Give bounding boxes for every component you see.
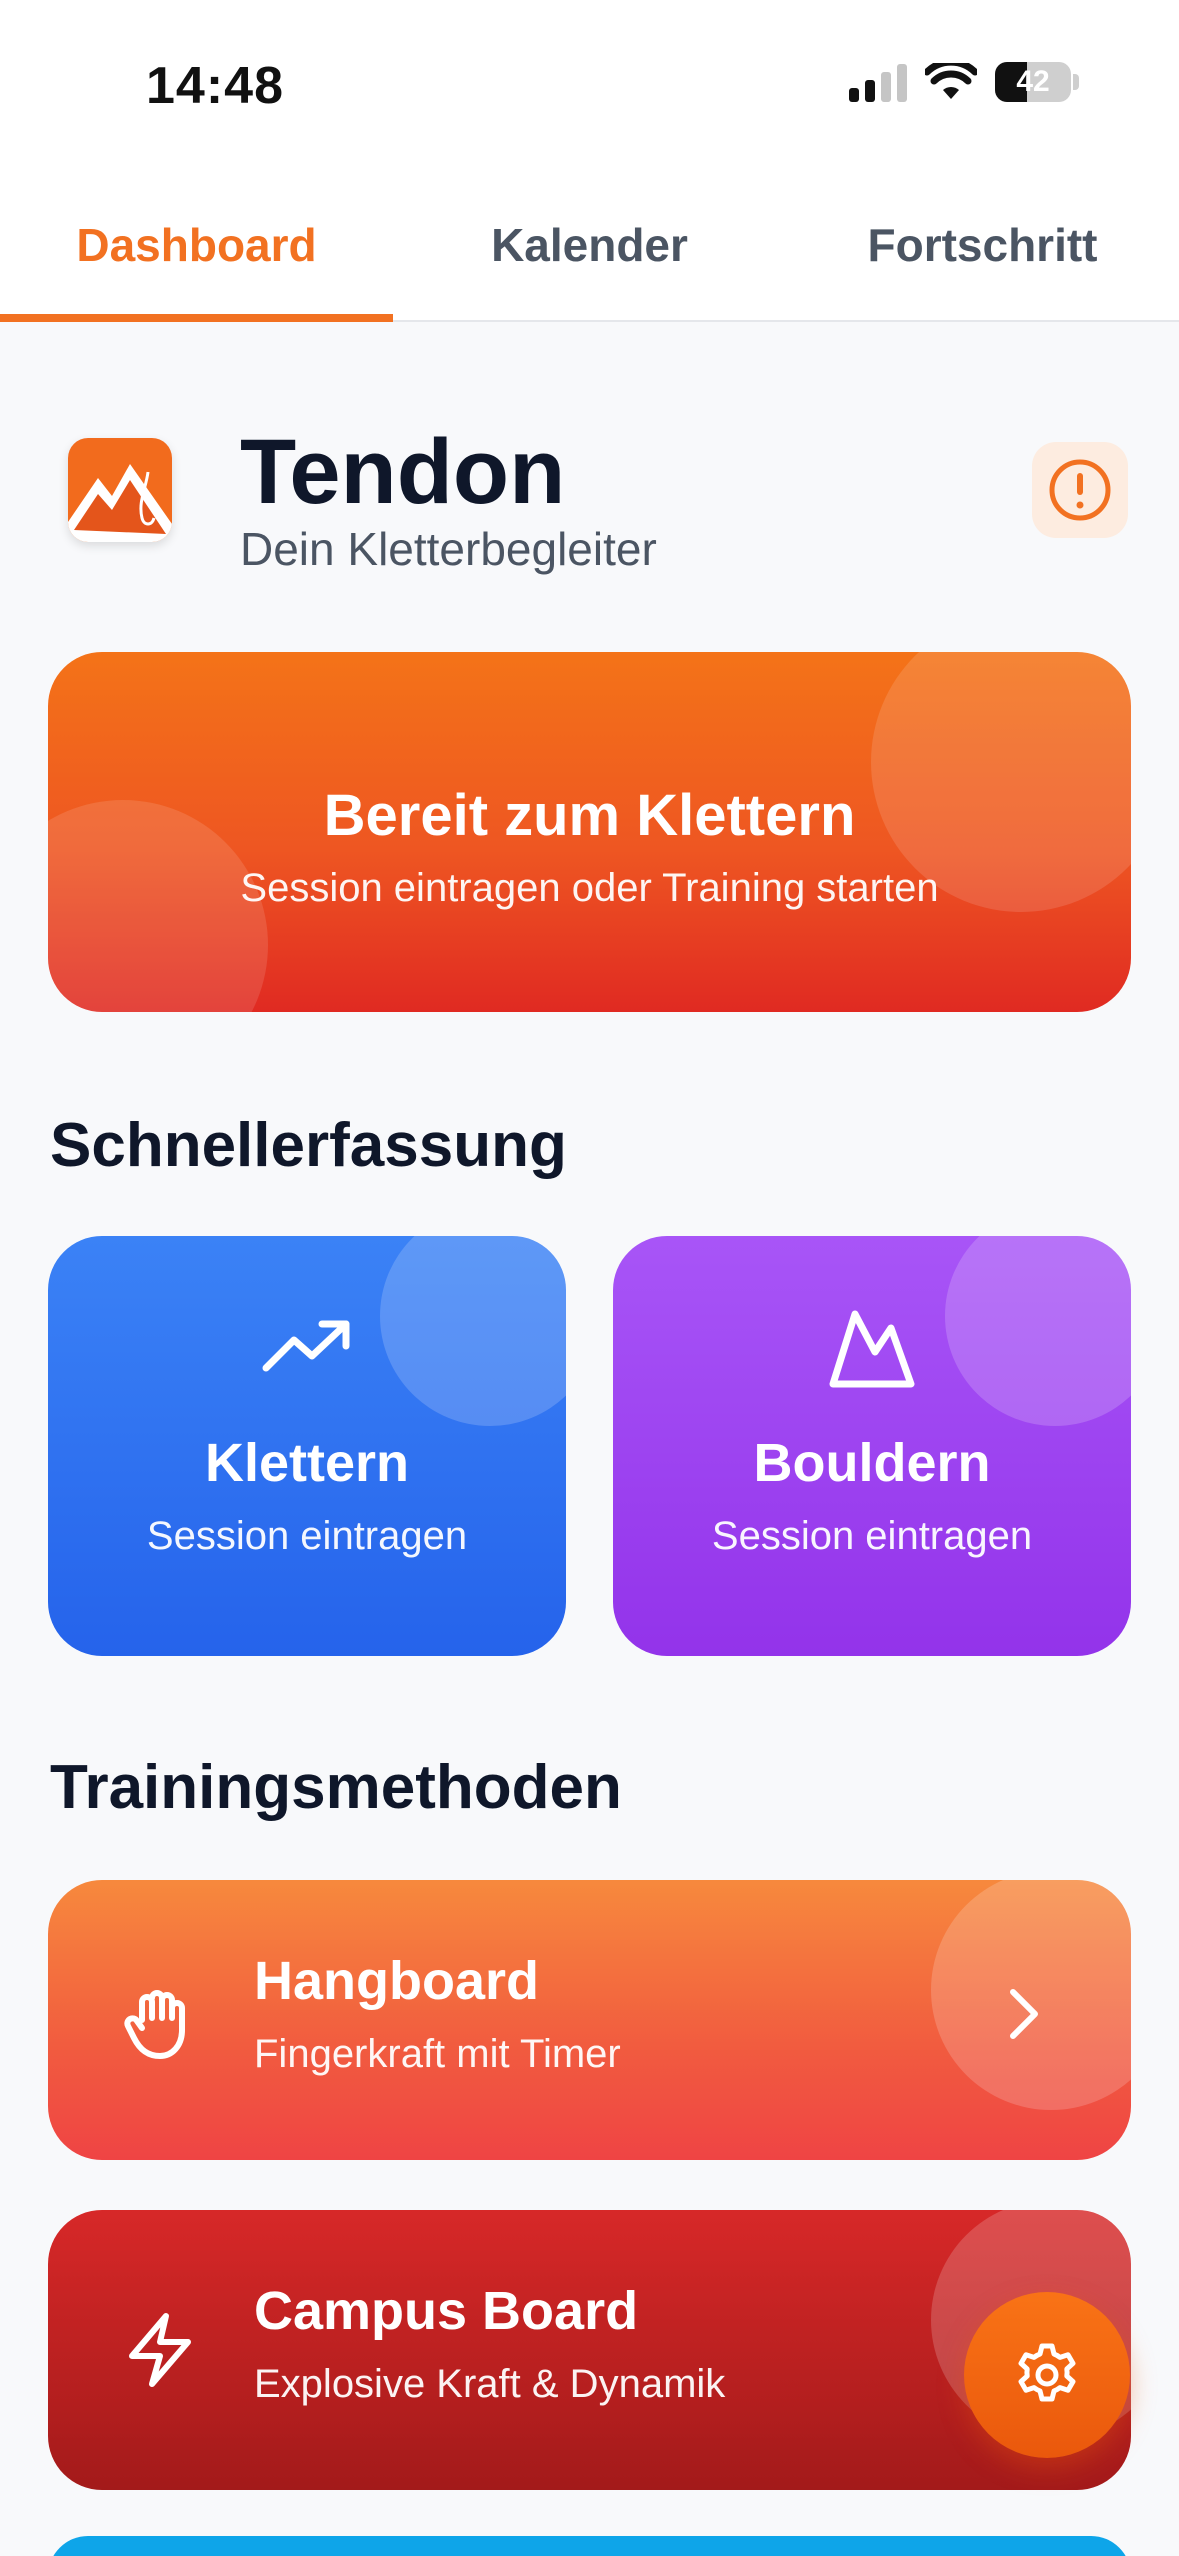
hero-title: Bereit zum Klettern [323,783,856,848]
quick-card-title: Bouldern [753,1433,991,1493]
hand-icon [120,1980,200,2060]
status-bar: 14:48 42 [0,0,1179,170]
trending-up-icon [48,1316,566,1376]
tab-bar: Dashboard Kalender Fortschritt [0,170,1179,322]
training-item-title: Campus Board [254,2281,639,2341]
training-item-title: Hangboard [254,1951,540,2011]
lightning-icon [120,2310,200,2390]
battery-level: 42 [1016,65,1050,98]
section-title-training: Trainingsmethoden [50,1753,622,1822]
training-item-hangboard[interactable]: Hangboard Fingerkraft mit Timer [48,1880,1131,2160]
quick-card-subtitle: Session eintragen [711,1514,1033,1558]
quick-card-bouldern[interactable]: Bouldern Session eintragen [613,1236,1131,1656]
quick-card-klettern[interactable]: Klettern Session eintragen [48,1236,566,1656]
tab-fortschritt[interactable]: Fortschritt [786,170,1179,320]
wifi-icon [925,63,977,101]
alert-circle-icon [1049,459,1111,521]
signal-icon [849,62,907,102]
mountain-icon [613,1306,1131,1390]
tab-dashboard[interactable]: Dashboard [0,170,393,322]
alert-button[interactable] [1032,442,1128,538]
hero-subtitle: Session eintragen oder Training starten [240,866,939,910]
quick-card-title: Klettern [204,1433,410,1493]
app-subtitle: Dein Kletterbegleiter [240,523,657,575]
settings-fab-button[interactable] [964,2292,1130,2458]
app-title: Tendon [240,421,566,523]
hero-card[interactable]: Bereit zum Klettern Session eintragen od… [48,652,1131,1012]
mountain-logo-icon [68,438,172,542]
status-icons: 42 [849,62,1079,102]
training-item-subtitle: Explosive Kraft & Dynamik [254,2362,726,2406]
status-time: 14:48 [146,57,284,115]
tab-kalender[interactable]: Kalender [393,170,786,320]
training-item-subtitle: Fingerkraft mit Timer [254,2032,621,2076]
app-header: Tendon Dein Kletterbegleiter [68,420,1128,600]
quick-card-subtitle: Session eintragen [146,1514,468,1558]
section-title-quick: Schnellerfassung [50,1111,567,1180]
battery-icon: 42 [995,62,1071,102]
gear-icon [1018,2343,1076,2402]
training-item-partial[interactable] [48,2536,1131,2556]
chevron-right-icon [1003,1984,1043,2049]
